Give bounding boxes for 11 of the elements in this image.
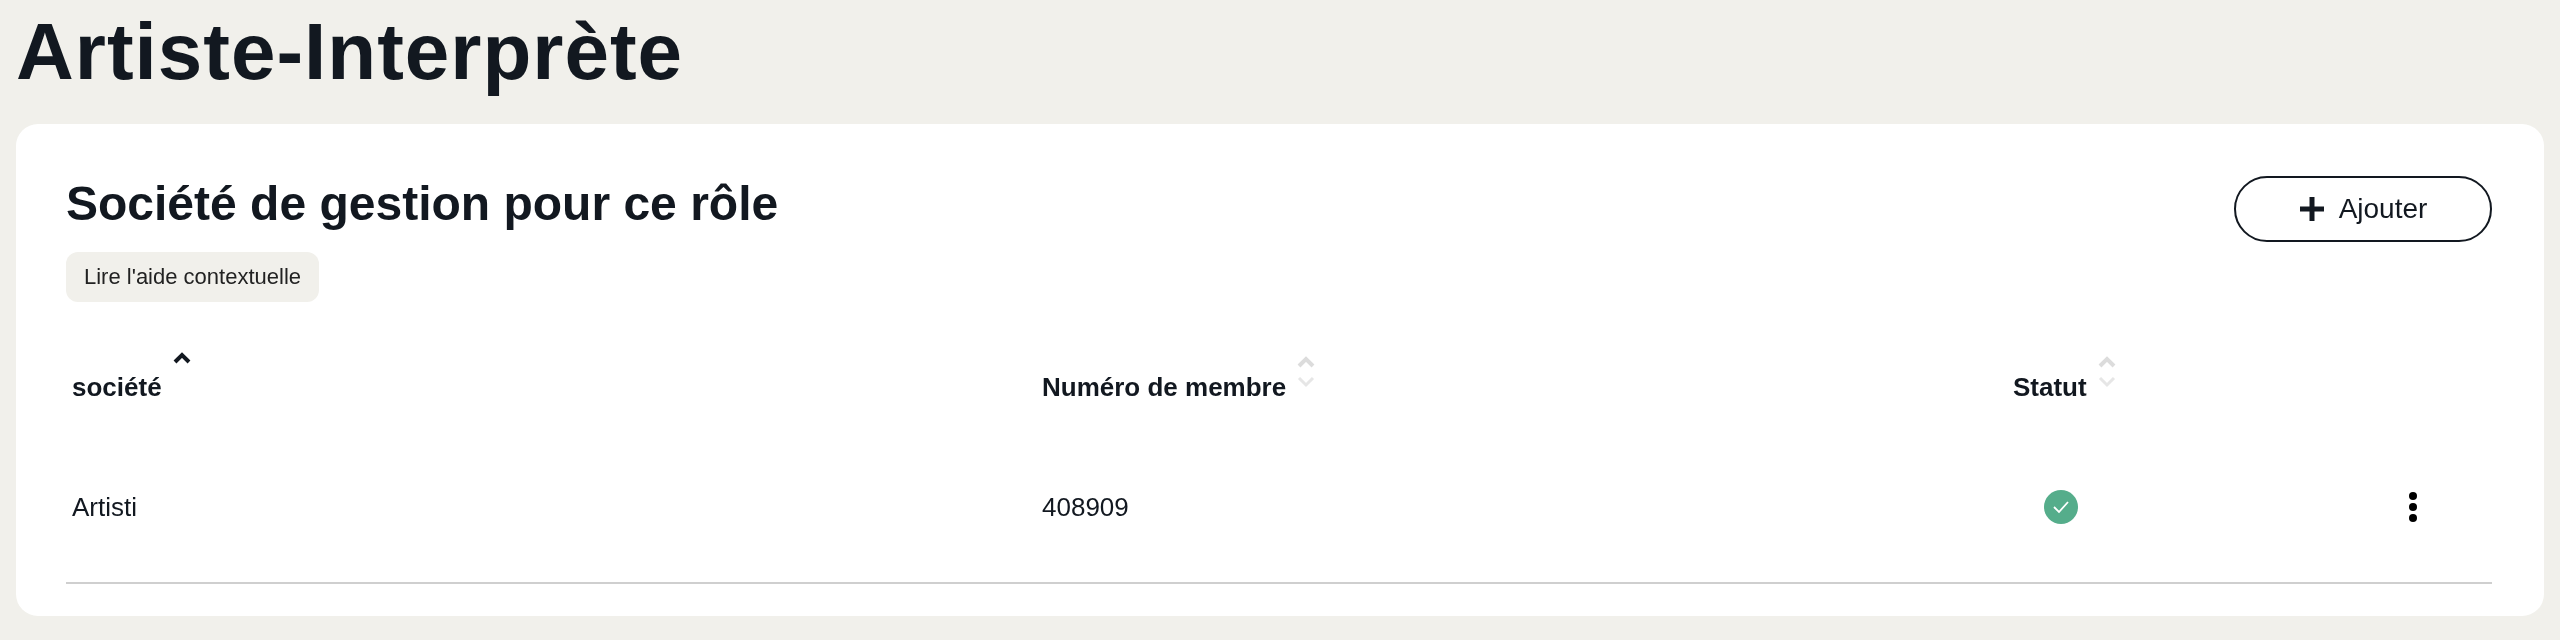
page-title: Artiste-Interprète [16,6,685,98]
section-title: Société de gestion pour ce rôle [66,176,779,232]
help-link[interactable]: Lire l'aide contextuelle [66,252,319,302]
column-header: Statut [2013,371,2087,403]
more-options-icon[interactable] [2408,491,2418,523]
table-cell: 408909 [1042,491,1129,523]
column-header: société [72,371,162,403]
table-cell: Artisti [72,491,137,523]
plus-icon [2298,196,2325,222]
add-button[interactable]: Ajouter [2234,176,2492,242]
column-header: Numéro de membre [1042,371,1287,403]
